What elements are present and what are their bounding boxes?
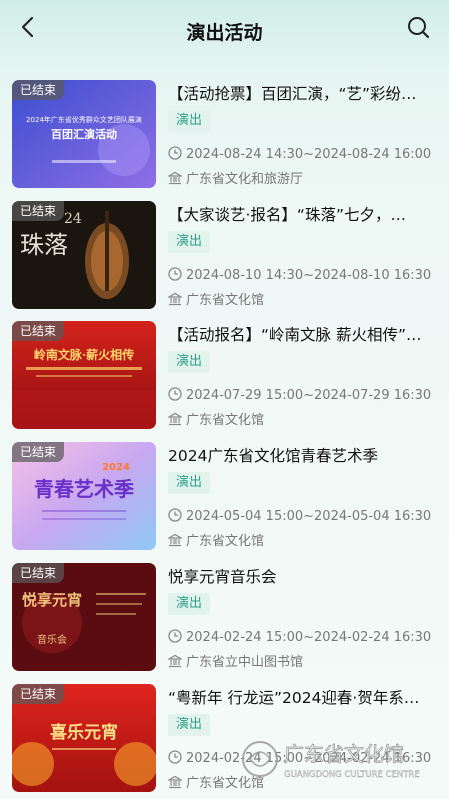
- event-time-text: 2024-07-29 15:00~2024-07-29 16:30: [186, 388, 432, 403]
- event-title: 2024广东省文化馆青春艺术季: [168, 447, 378, 465]
- event-title: “粤新年 行龙运”2024迎春·贺年系…: [168, 689, 420, 707]
- event-card[interactable]: 2024年广东省优秀群众文艺团队展演 百团汇演活动 已结束 【活动抢票】百团汇演…: [0, 80, 449, 192]
- event-venue-text: 广东省立中山图书馆: [186, 655, 304, 670]
- poster-sub: 音乐会: [37, 633, 67, 646]
- event-venue-text: 广东省文化馆: [186, 413, 265, 428]
- clock-icon: [168, 629, 182, 643]
- event-venue: 广东省文化馆: [168, 530, 264, 549]
- event-poster: 喜乐元宵 已结束: [12, 684, 156, 792]
- poster-main: 青春艺术季: [34, 477, 134, 501]
- poster-heading: 2024年广东省优秀群众文艺团队展演: [26, 115, 142, 124]
- event-card[interactable]: 岭南文脉·薪火相传 已结束 【活动报名】“岭南文脉 薪火相传”… 演出 2024…: [0, 321, 449, 433]
- poster-main: 喜乐元宵: [50, 722, 118, 743]
- event-poster: 悦享元宵 音乐会 已结束: [12, 563, 156, 671]
- poster-main: 百团汇演活动: [51, 127, 117, 141]
- building-icon: [168, 171, 182, 185]
- event-venue: 广东省文化和旅游厅: [168, 168, 303, 187]
- clock-icon: [168, 750, 182, 764]
- category-tag: 演出: [168, 231, 211, 253]
- category-tag: 演出: [168, 110, 211, 132]
- status-badge: 已结束: [12, 684, 65, 704]
- category-tag: 演出: [168, 593, 211, 615]
- search-icon[interactable]: [405, 14, 433, 42]
- event-title: 悦享元宵音乐会: [168, 568, 277, 586]
- event-title: 【大家谈艺·报名】“珠落”七夕，…: [168, 206, 406, 224]
- watermark-logo: 广东省文化馆 GUANGDONG CULTURE CENTRE: [242, 741, 420, 780]
- event-time: 2024-08-24 14:30~2024-08-24 16:00: [168, 146, 431, 162]
- event-time-text: 2024-08-24 14:30~2024-08-24 16:00: [186, 147, 432, 162]
- clock-icon: [168, 146, 182, 160]
- event-venue-text: 广东省文化馆: [186, 534, 265, 549]
- clock-icon: [168, 387, 182, 401]
- event-time-text: 2024-08-10 14:30~2024-08-10 16:30: [186, 268, 432, 283]
- category-tag: 演出: [168, 351, 211, 373]
- building-icon: [168, 775, 182, 789]
- watermark-english: GUANGDONG CULTURE CENTRE: [284, 770, 420, 780]
- poster-main: 悦享元宵: [22, 591, 82, 609]
- poster-main: 珠落: [20, 231, 68, 259]
- event-card[interactable]: 珠落 24 已结束 【大家谈艺·报名】“珠落”七夕，… 演出 2024-08-1…: [0, 201, 449, 313]
- status-badge: 已结束: [12, 442, 65, 462]
- event-time: 2024-07-29 15:00~2024-07-29 16:30: [168, 387, 431, 403]
- status-badge: 已结束: [12, 201, 65, 221]
- event-time-text: 2024-05-04 15:00~2024-05-04 16:30: [186, 509, 432, 524]
- event-time: 2024-08-10 14:30~2024-08-10 16:30: [168, 267, 431, 283]
- building-icon: [168, 292, 182, 306]
- event-title: 【活动报名】“岭南文脉 薪火相传”…: [168, 326, 422, 344]
- event-time-text: 2024-02-24 15:00~2024-02-24 16:30: [186, 630, 432, 645]
- status-badge: 已结束: [12, 80, 65, 100]
- building-icon: [168, 654, 182, 668]
- clock-icon: [168, 267, 182, 281]
- building-icon: [168, 412, 182, 426]
- event-venue-text: 广东省文化和旅游厅: [186, 172, 304, 187]
- watermark-name: 广东省文化馆: [284, 742, 404, 766]
- poster-year: 2024: [102, 462, 130, 473]
- clock-icon: [168, 508, 182, 522]
- poster-year: 24: [64, 211, 82, 227]
- event-poster: 岭南文脉·薪火相传 已结束: [12, 321, 156, 429]
- event-time: 2024-05-04 15:00~2024-05-04 16:30: [168, 508, 431, 524]
- event-poster: 2024年广东省优秀群众文艺团队展演 百团汇演活动 已结束: [12, 80, 156, 188]
- category-tag: 演出: [168, 472, 211, 494]
- top-bar: 演出活动: [0, 0, 449, 62]
- event-venue: 广东省文化馆: [168, 289, 264, 308]
- status-badge: 已结束: [12, 563, 65, 583]
- event-poster: 珠落 24 已结束: [12, 201, 156, 309]
- event-venue: 广东省文化馆: [168, 409, 264, 428]
- event-poster: 2024 青春艺术季 已结束: [12, 442, 156, 550]
- event-venue-text: 广东省文化馆: [186, 293, 265, 308]
- status-badge: 已结束: [12, 321, 65, 341]
- event-venue: 广东省立中山图书馆: [168, 651, 303, 670]
- event-card[interactable]: 悦享元宵 音乐会 已结束 悦享元宵音乐会 演出 2024-02-24 15:00…: [0, 563, 449, 675]
- event-title: 【活动抢票】百团汇演，“艺”彩纷…: [168, 85, 417, 103]
- page-title: 演出活动: [186, 22, 263, 44]
- event-time: 2024-02-24 15:00~2024-02-24 16:30: [168, 629, 431, 645]
- category-tag: 演出: [168, 714, 211, 736]
- event-card[interactable]: 2024 青春艺术季 已结束 2024广东省文化馆青春艺术季 演出 2024-0…: [0, 442, 449, 554]
- building-icon: [168, 533, 182, 547]
- poster-main: 岭南文脉·薪火相传: [34, 347, 134, 362]
